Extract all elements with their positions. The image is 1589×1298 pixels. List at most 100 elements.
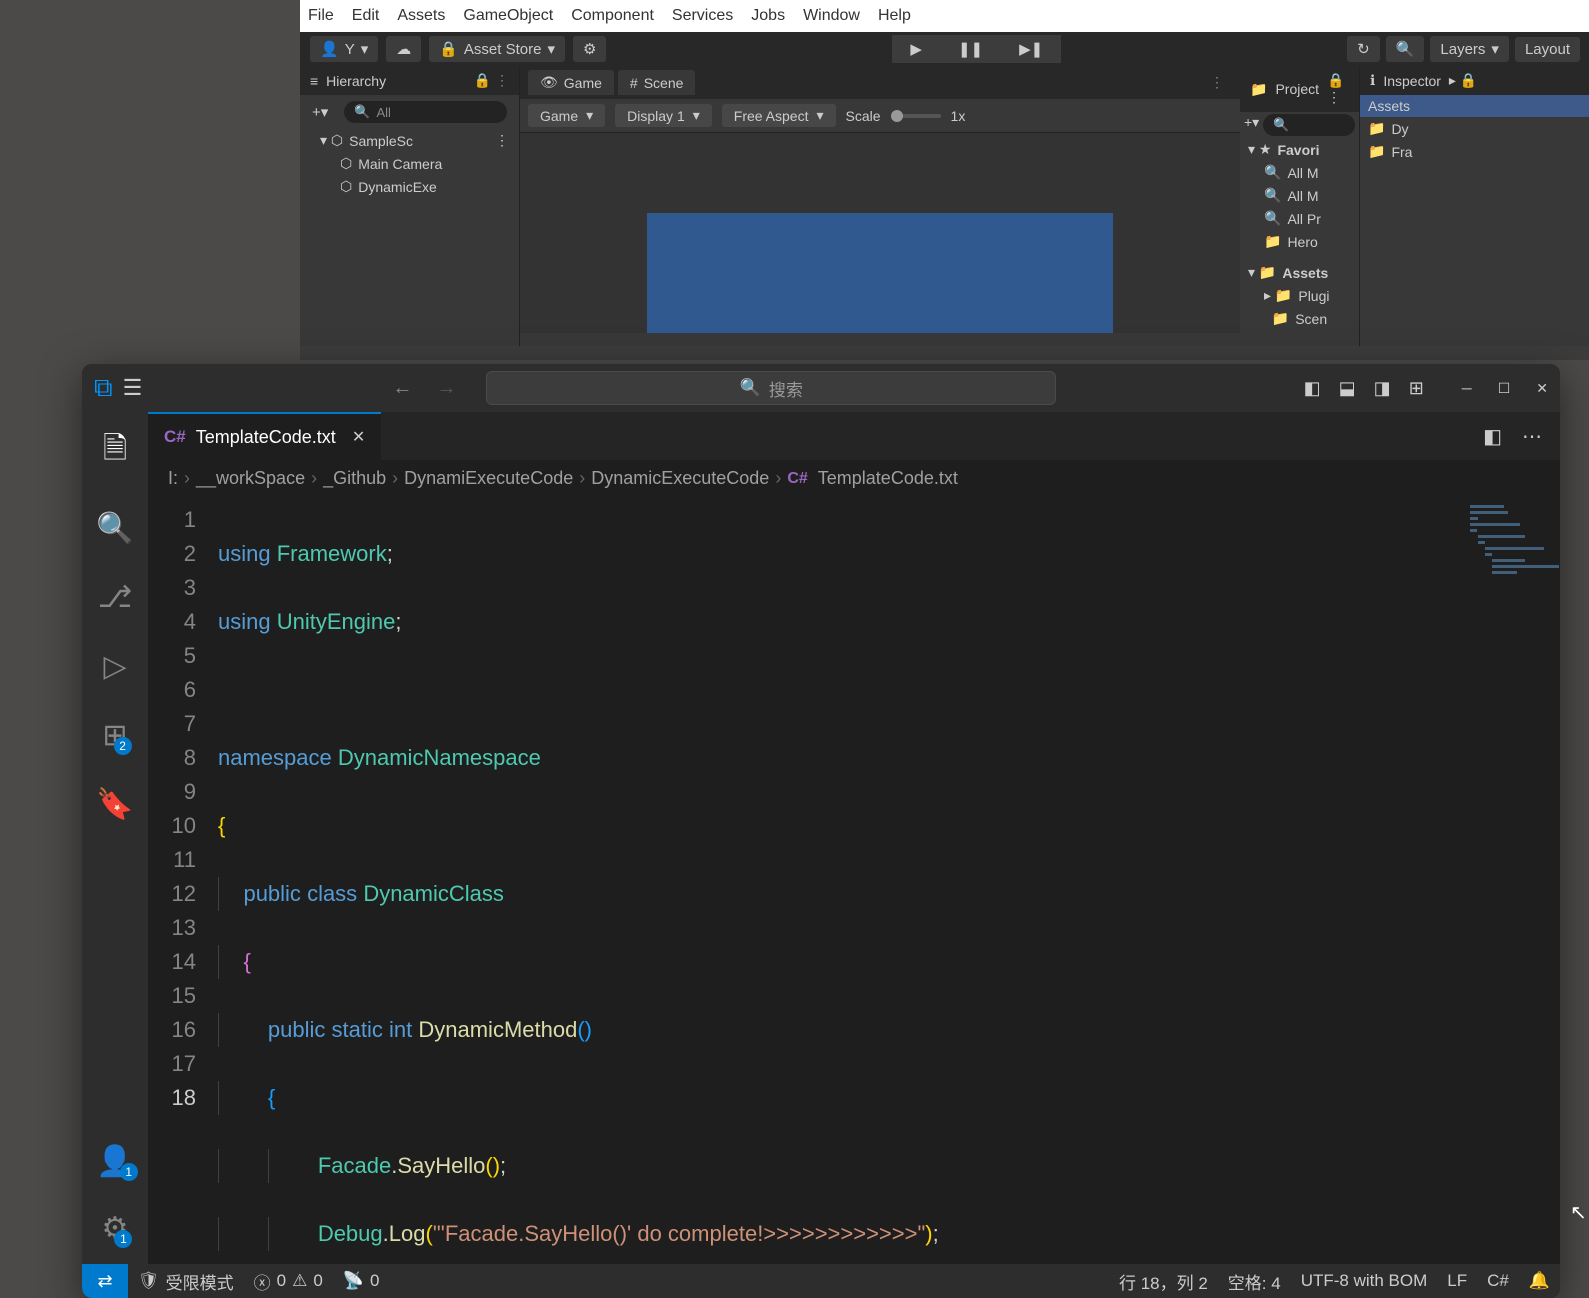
- status-cursor-position[interactable]: 行 18，列 2: [1109, 1269, 1218, 1294]
- more-actions-icon[interactable]: ⋯: [1522, 424, 1542, 449]
- command-center-search[interactable]: 🔍 搜索: [486, 371, 1056, 405]
- unity-asset-store-dropdown[interactable]: 🔒 Asset Store ▾: [429, 36, 565, 62]
- activity-source-control-icon[interactable]: ⎇: [98, 580, 133, 615]
- unity-scene-tab[interactable]: # Scene: [618, 70, 696, 95]
- code-editor[interactable]: 123456789101112131415161718 using Framew…: [148, 497, 1560, 1264]
- breadcrumbs[interactable]: I:› __workSpace› _Github› DynamiExecuteC…: [148, 460, 1560, 497]
- unity-display-dropdown[interactable]: Display 1 ▾: [615, 104, 712, 127]
- unity-pause-button[interactable]: ❚❚: [940, 35, 1001, 63]
- activity-extensions-icon[interactable]: ⊞2: [102, 718, 127, 753]
- unity-menu-gameobject[interactable]: GameObject: [463, 7, 553, 25]
- unity-aspect-dropdown[interactable]: Free Aspect ▾: [722, 104, 836, 127]
- breadcrumb-segment[interactable]: __workSpace: [196, 468, 305, 489]
- status-problems[interactable]: ⓧ 0 ⚠ 0: [244, 1269, 333, 1294]
- activity-bar: 🗎 🔍 ⎇ ▷ ⊞2 🔖 👤1 ⚙1: [82, 412, 148, 1264]
- status-language-mode[interactable]: C#: [1477, 1271, 1519, 1291]
- unity-cloud-button[interactable]: ☁: [386, 36, 421, 62]
- unity-menu-jobs[interactable]: Jobs: [751, 7, 785, 25]
- minimap[interactable]: [1470, 505, 1554, 581]
- unity-hierarchy-item-camera[interactable]: ⬡ Main Camera: [300, 152, 519, 175]
- unity-scale-value: 1x: [951, 108, 966, 124]
- window-minimize-icon[interactable]: ─: [1462, 380, 1472, 397]
- status-ports[interactable]: 📡 0: [333, 1271, 390, 1291]
- nav-forward-icon[interactable]: →: [436, 377, 456, 400]
- unity-project-add-icon[interactable]: +▾: [1244, 114, 1259, 136]
- unity-asset-item[interactable]: 📁 Dy: [1360, 117, 1589, 140]
- window-close-icon[interactable]: ✕: [1536, 380, 1548, 397]
- unity-game-view: [520, 133, 1240, 333]
- breadcrumb-segment[interactable]: I:: [168, 468, 178, 489]
- activity-bookmarks-icon[interactable]: 🔖: [96, 787, 133, 822]
- unity-fav-item[interactable]: 🔍 All M: [1240, 161, 1359, 184]
- status-indentation[interactable]: 空格: 4: [1218, 1269, 1291, 1294]
- unity-favorites[interactable]: ▾ ★ Favori: [1240, 138, 1359, 161]
- window-maximize-icon[interactable]: ☐: [1498, 380, 1511, 397]
- unity-settings-icon[interactable]: ⚙: [573, 36, 606, 62]
- layout-panel-icon[interactable]: ⬓: [1339, 378, 1356, 399]
- unity-project-search[interactable]: 🔍: [1263, 114, 1355, 136]
- unity-play-button[interactable]: ▶: [892, 35, 940, 63]
- unity-history-icon[interactable]: ↻: [1347, 36, 1380, 62]
- unity-assets-child[interactable]: 📁 Scen: [1240, 307, 1359, 330]
- unity-asset-item[interactable]: 📁 Fra: [1360, 140, 1589, 163]
- unity-scale-slider[interactable]: [891, 114, 941, 118]
- unity-game-dropdown[interactable]: Game ▾: [528, 104, 605, 127]
- unity-inspector-tab[interactable]: ℹ Inspector ▸ 🔒: [1360, 66, 1589, 95]
- unity-menu-edit[interactable]: Edit: [352, 7, 380, 25]
- activity-search-icon[interactable]: 🔍: [96, 511, 133, 546]
- unity-game-tab[interactable]: 👁 Game: [528, 70, 614, 95]
- status-encoding[interactable]: UTF-8 with BOM: [1291, 1271, 1438, 1291]
- unity-menu-window[interactable]: Window: [803, 7, 860, 25]
- unity-layers-dropdown[interactable]: Layers ▾: [1430, 36, 1509, 62]
- unity-hierarchy-scene[interactable]: ▾ ⬡ SampleSc ⋮: [300, 129, 519, 152]
- line-gutter: 123456789101112131415161718: [148, 497, 218, 1264]
- unity-assets-child[interactable]: ▸ 📁 Plugi: [1240, 284, 1359, 307]
- activity-explorer-icon[interactable]: 🗎: [103, 426, 127, 477]
- unity-toolbar: 👤 Y ▾ ☁ 🔒 Asset Store ▾ ⚙ ▶ ❚❚ ▶❚ ↻ 🔍 La…: [300, 32, 1589, 66]
- layout-sidebar-right-icon[interactable]: ◨: [1374, 378, 1391, 399]
- breadcrumb-segment[interactable]: DynamicExecuteCode: [591, 468, 769, 489]
- editor-area: C# TemplateCode.txt ✕ ◧ ⋯ I:› __workSpac…: [148, 412, 1560, 1264]
- activity-settings-icon[interactable]: ⚙1: [102, 1211, 129, 1246]
- activity-run-debug-icon[interactable]: ▷: [103, 649, 126, 684]
- nav-back-icon[interactable]: ←: [392, 377, 412, 400]
- status-notifications-icon[interactable]: 🔔: [1519, 1271, 1560, 1291]
- unity-search-icon[interactable]: 🔍: [1386, 36, 1425, 62]
- unity-project-panel: 📁 Project🔒 ⋮ +▾ 🔍 ▾ ★ Favori 🔍 All M 🔍 A…: [1240, 66, 1589, 346]
- unity-assets-header[interactable]: Assets: [1360, 95, 1589, 117]
- remote-indicator-icon[interactable]: ⇄: [82, 1264, 128, 1298]
- menu-icon[interactable]: ☰: [123, 375, 143, 401]
- unity-project-tab[interactable]: 📁 Project🔒 ⋮: [1240, 66, 1359, 112]
- unity-assets-folder[interactable]: ▾ 📁 Assets: [1240, 261, 1359, 284]
- split-editor-icon[interactable]: ◧: [1483, 424, 1502, 449]
- editor-tab-templatecode[interactable]: C# TemplateCode.txt ✕: [148, 412, 381, 460]
- status-restricted-mode[interactable]: 🛡 受限模式: [128, 1269, 244, 1294]
- activity-accounts-icon[interactable]: 👤1: [96, 1144, 133, 1179]
- layout-sidebar-left-icon[interactable]: ◧: [1304, 378, 1321, 399]
- unity-hierarchy-tab[interactable]: ≡ Hierarchy🔒 ⋮: [300, 66, 519, 95]
- unity-menu-help[interactable]: Help: [878, 7, 911, 25]
- unity-fav-item[interactable]: 📁 Hero: [1240, 230, 1359, 253]
- unity-menu-assets[interactable]: Assets: [397, 7, 445, 25]
- unity-menu-file[interactable]: File: [308, 7, 334, 25]
- breadcrumb-segment[interactable]: DynamiExecuteCode: [404, 468, 573, 489]
- unity-menu-component[interactable]: Component: [571, 7, 654, 25]
- status-eol[interactable]: LF: [1437, 1271, 1477, 1291]
- unity-add-icon[interactable]: +▾: [306, 101, 334, 123]
- breadcrumb-segment[interactable]: TemplateCode.txt: [818, 468, 958, 489]
- unity-menubar: File Edit Assets GameObject Component Se…: [300, 0, 1589, 32]
- unity-menu-services[interactable]: Services: [672, 7, 733, 25]
- unity-account-dropdown[interactable]: 👤 Y ▾: [310, 36, 378, 62]
- layout-customize-icon[interactable]: ⊞: [1409, 378, 1424, 399]
- unity-hierarchy-item-dynamic[interactable]: ⬡ DynamicExe: [300, 175, 519, 198]
- unity-fav-item[interactable]: 🔍 All Pr: [1240, 207, 1359, 230]
- unity-step-button[interactable]: ▶❚: [1001, 35, 1061, 63]
- tab-close-icon[interactable]: ✕: [352, 427, 365, 447]
- unity-layout-dropdown[interactable]: Layout: [1515, 37, 1580, 62]
- unity-hierarchy-panel: ≡ Hierarchy🔒 ⋮ +▾ 🔍 All ▾ ⬡ SampleSc ⋮ ⬡…: [300, 66, 520, 346]
- unity-fav-item[interactable]: 🔍 All M: [1240, 184, 1359, 207]
- unity-hierarchy-search[interactable]: 🔍 All: [344, 101, 507, 123]
- code-content[interactable]: using Framework; using UnityEngine; name…: [218, 497, 1560, 1264]
- unity-panel-menu-icon[interactable]: ⋮: [1202, 70, 1232, 95]
- breadcrumb-segment[interactable]: _Github: [323, 468, 386, 489]
